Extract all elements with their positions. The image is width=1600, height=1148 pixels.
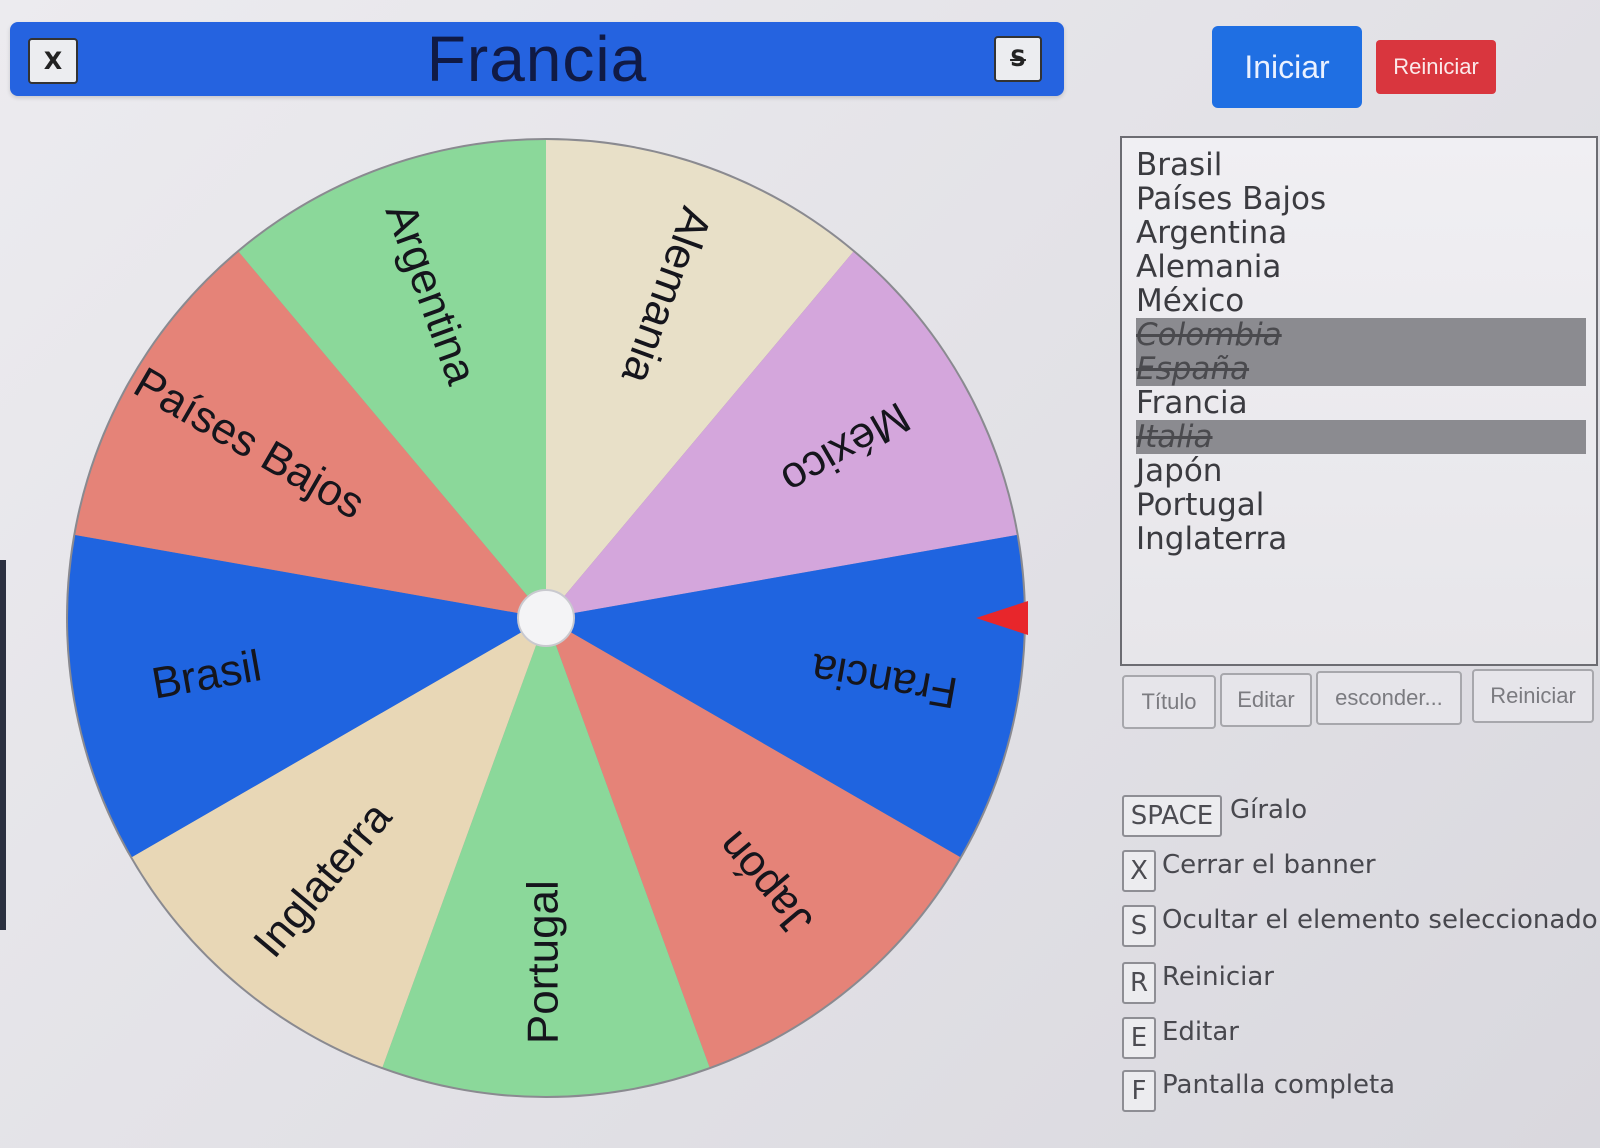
list-item[interactable]: España: [1136, 352, 1592, 386]
list-item[interactable]: Argentina: [1136, 216, 1592, 250]
hide-menu-button[interactable]: esconder...: [1316, 671, 1462, 725]
start-button[interactable]: Iniciar: [1212, 26, 1362, 108]
reset-button[interactable]: Reiniciar: [1376, 40, 1496, 94]
spin-wheel[interactable]: AlemaniaMéxicoFranciaJapónPortugalInglat…: [0, 0, 1100, 1148]
list-item[interactable]: Japón: [1136, 454, 1592, 488]
shortcut-description: Reiniciar: [1162, 962, 1274, 992]
shortcut-description: Ocultar el elemento seleccionado: [1162, 905, 1598, 935]
shortcut-description: Cerrar el banner: [1162, 850, 1376, 880]
list-item[interactable]: México: [1136, 284, 1592, 318]
list-item[interactable]: Países Bajos: [1136, 182, 1592, 216]
list-item[interactable]: Inglaterra: [1136, 522, 1592, 556]
shortcut-description: Pantalla completa: [1162, 1070, 1396, 1100]
list-reset-button[interactable]: Reiniciar: [1472, 669, 1594, 723]
list-item[interactable]: Colombia: [1136, 318, 1592, 352]
title-button[interactable]: Título: [1122, 675, 1216, 729]
edit-button[interactable]: Editar: [1220, 673, 1312, 727]
entries-list[interactable]: Brasil Países Bajos Argentina Alemania Méxic…: [1120, 136, 1598, 666]
wheel-segment-label: Portugal: [519, 880, 568, 1044]
shortcut-key: S: [1122, 905, 1156, 947]
list-item[interactable]: Francia: [1136, 386, 1592, 420]
list-item[interactable]: Italia: [1136, 420, 1592, 454]
list-item[interactable]: Alemania: [1136, 250, 1592, 284]
shortcut-key: F: [1122, 1070, 1156, 1112]
list-item[interactable]: Portugal: [1136, 488, 1592, 522]
shortcut-description: Gíralo: [1230, 795, 1308, 825]
shortcut-key: R: [1122, 962, 1156, 1004]
wheel-hub: [517, 589, 575, 647]
shortcut-key: X: [1122, 850, 1156, 892]
shortcut-key: SPACE: [1122, 795, 1222, 837]
list-item[interactable]: Brasil: [1136, 148, 1592, 182]
shortcut-key: E: [1122, 1017, 1156, 1059]
shortcut-description: Editar: [1162, 1017, 1239, 1047]
